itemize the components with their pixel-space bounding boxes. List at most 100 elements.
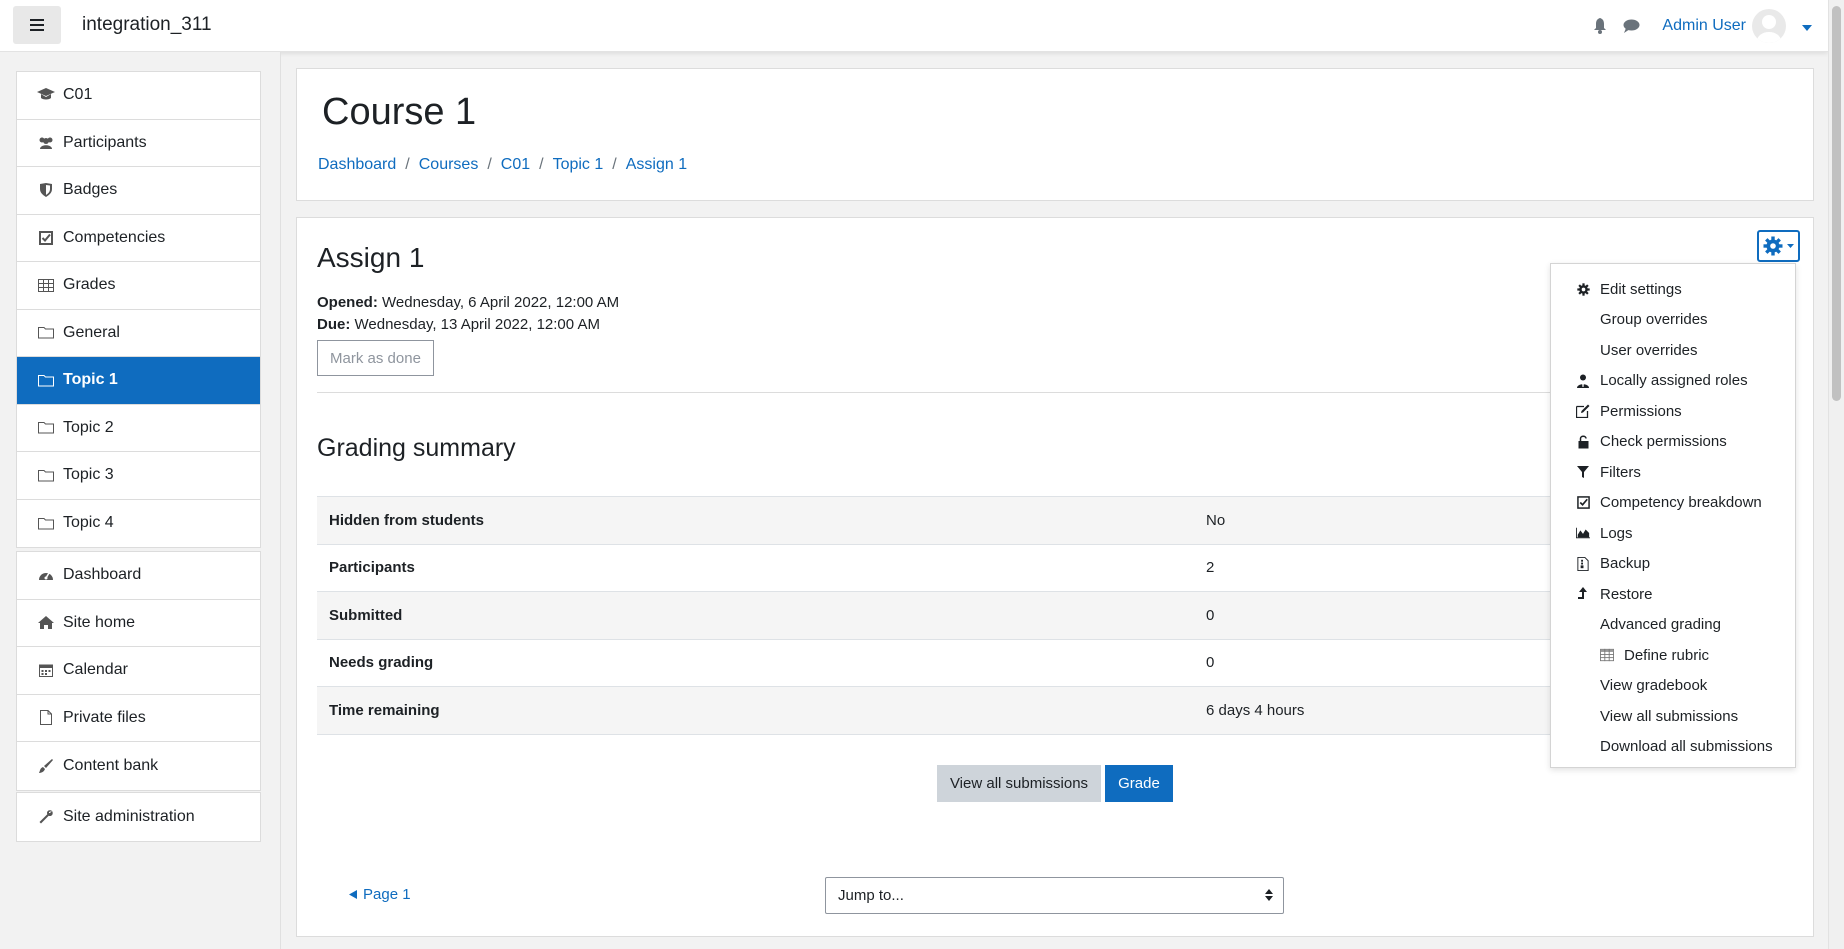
menu-item-label: User overrides <box>1600 341 1698 359</box>
nav-item-c01[interactable]: C01 <box>17 72 260 120</box>
menu-item-check-permissions[interactable]: Check permissions <box>1551 427 1795 458</box>
bell-icon <box>1594 18 1607 34</box>
menu-item-define-rubric[interactable]: Define rubric <box>1551 640 1795 671</box>
row-label: Needs grading <box>317 638 1194 687</box>
check-square-icon <box>1576 496 1590 509</box>
nav-item-general[interactable]: General <box>17 310 260 357</box>
notifications-button[interactable] <box>1593 18 1607 34</box>
menu-item-edit-settings[interactable]: Edit settings <box>1551 274 1795 305</box>
due-value: Wednesday, 13 April 2022, 12:00 AM <box>354 316 600 333</box>
nav-item-site-administration[interactable]: Site administration <box>17 793 260 841</box>
nav-item-private-files[interactable]: Private files <box>17 695 260 742</box>
user-tie-icon <box>1577 374 1589 388</box>
nav-item-label: Private files <box>63 708 146 726</box>
menu-item-permissions[interactable]: Permissions <box>1551 396 1795 427</box>
file-zip-icon <box>1577 556 1589 571</box>
menu-item-advanced-grading[interactable]: Advanced grading <box>1551 610 1795 641</box>
previous-activity-label: Page 1 <box>363 886 411 903</box>
breadcrumb-topic-1[interactable]: Topic 1 <box>553 156 604 174</box>
menu-item-label: View gradebook <box>1600 677 1708 695</box>
menu-item-logs[interactable]: Logs <box>1551 518 1795 549</box>
user-menu-name[interactable]: Admin User <box>1662 17 1746 35</box>
nav-item-dashboard[interactable]: Dashboard <box>17 552 260 600</box>
menu-item-competency-breakdown[interactable]: Competency breakdown <box>1551 488 1795 519</box>
edit-icon <box>1576 404 1590 418</box>
menu-toggle-button[interactable] <box>13 6 61 44</box>
menu-item-label: Group overrides <box>1600 311 1708 329</box>
caret-down-icon <box>1802 25 1812 31</box>
nav-item-content-bank[interactable]: Content bank <box>17 742 260 790</box>
menu-item-user-overrides[interactable]: User overrides <box>1551 335 1795 366</box>
user-menu-toggle[interactable] <box>1802 16 1812 36</box>
users-icon <box>39 137 53 149</box>
triangle-left-icon <box>349 890 357 899</box>
nav-drawer: C01 Participants Badges Competencies Gra… <box>0 52 281 949</box>
menu-item-download-all-submissions[interactable]: Download all submissions <box>1551 732 1795 763</box>
top-navbar: integration_311 Admin User <box>0 0 1828 52</box>
admin-nav-group: Site administration <box>16 792 261 842</box>
menu-item-filters[interactable]: Filters <box>1551 457 1795 488</box>
mark-as-done-button[interactable]: Mark as done <box>317 340 434 376</box>
previous-activity-link[interactable]: Page 1 <box>349 886 411 903</box>
nav-item-topic-1[interactable]: Topic 1 <box>17 357 260 405</box>
breadcrumb-c01[interactable]: C01 <box>501 156 530 174</box>
folder-icon <box>38 469 54 482</box>
nav-item-topic-2[interactable]: Topic 2 <box>17 405 260 452</box>
scrollbar-thumb[interactable] <box>1832 6 1841 401</box>
nav-item-label: Site administration <box>63 807 195 825</box>
nav-item-label: Competencies <box>63 228 166 246</box>
messages-button[interactable] <box>1623 19 1640 33</box>
due-date: Due: Wednesday, 13 April 2022, 12:00 AM <box>317 314 619 336</box>
row-label: Hidden from students <box>317 496 1194 544</box>
menu-item-label: Locally assigned roles <box>1600 372 1748 390</box>
nav-item-participants[interactable]: Participants <box>17 120 260 167</box>
nav-item-label: C01 <box>63 86 93 104</box>
caret-down-icon <box>1787 244 1794 248</box>
level-up-icon <box>1578 587 1587 599</box>
nav-item-competencies[interactable]: Competencies <box>17 215 260 262</box>
menu-item-view-gradebook[interactable]: View gradebook <box>1551 671 1795 702</box>
settings-menu-toggle[interactable] <box>1757 230 1800 262</box>
due-label: Due: <box>317 316 351 333</box>
opened-label: Opened: <box>317 294 378 311</box>
jump-to-select[interactable]: Jump to... <box>825 877 1284 914</box>
nav-item-topic-4[interactable]: Topic 4 <box>17 500 260 548</box>
site-nav-group: Dashboard Site home Calendar Private fil… <box>16 551 261 791</box>
shield-icon <box>40 183 52 198</box>
menu-item-label: Edit settings <box>1600 280 1682 298</box>
nav-item-badges[interactable]: Badges <box>17 167 260 215</box>
breadcrumb-assign-1[interactable]: Assign 1 <box>626 156 687 174</box>
avatar[interactable] <box>1752 9 1786 43</box>
nav-item-label: Calendar <box>63 661 128 679</box>
nav-item-calendar[interactable]: Calendar <box>17 647 260 695</box>
folder-icon <box>38 517 54 530</box>
nav-item-site-home[interactable]: Site home <box>17 600 260 647</box>
breadcrumb-courses[interactable]: Courses <box>419 156 479 174</box>
nav-item-label: Topic 4 <box>63 514 114 532</box>
menu-item-locally-assigned-roles[interactable]: Locally assigned roles <box>1551 366 1795 397</box>
breadcrumb-dashboard[interactable]: Dashboard <box>318 156 396 174</box>
row-label: Participants <box>317 543 1194 592</box>
hamburger-icon <box>30 19 44 31</box>
opened-date: Opened: Wednesday, 6 April 2022, 12:00 A… <box>317 292 619 314</box>
unlock-icon <box>1578 435 1588 448</box>
menu-item-group-overrides[interactable]: Group overrides <box>1551 305 1795 336</box>
grid-icon <box>1600 648 1614 662</box>
nav-item-grades[interactable]: Grades <box>17 262 260 310</box>
menu-item-label: Restore <box>1600 585 1653 603</box>
area-chart-icon <box>1576 527 1590 539</box>
nav-item-label: Site home <box>63 613 136 631</box>
menu-item-restore[interactable]: Restore <box>1551 579 1795 610</box>
menu-item-label: Define rubric <box>1624 646 1710 664</box>
nav-item-topic-3[interactable]: Topic 3 <box>17 452 260 500</box>
page-scrollbar[interactable] <box>1828 0 1844 949</box>
menu-item-view-all-submissions[interactable]: View all submissions <box>1551 701 1795 732</box>
menu-item-backup[interactable]: Backup <box>1551 549 1795 580</box>
course-nav-group: C01 Participants Badges Competencies Gra… <box>16 71 261 548</box>
nav-item-label: General <box>63 323 120 341</box>
view-all-submissions-button[interactable]: View all submissions <box>937 765 1101 802</box>
dashboard-icon <box>39 572 53 581</box>
menu-item-label: View all submissions <box>1600 707 1739 725</box>
grade-button[interactable]: Grade <box>1105 765 1173 802</box>
site-name[interactable]: integration_311 <box>82 14 212 36</box>
